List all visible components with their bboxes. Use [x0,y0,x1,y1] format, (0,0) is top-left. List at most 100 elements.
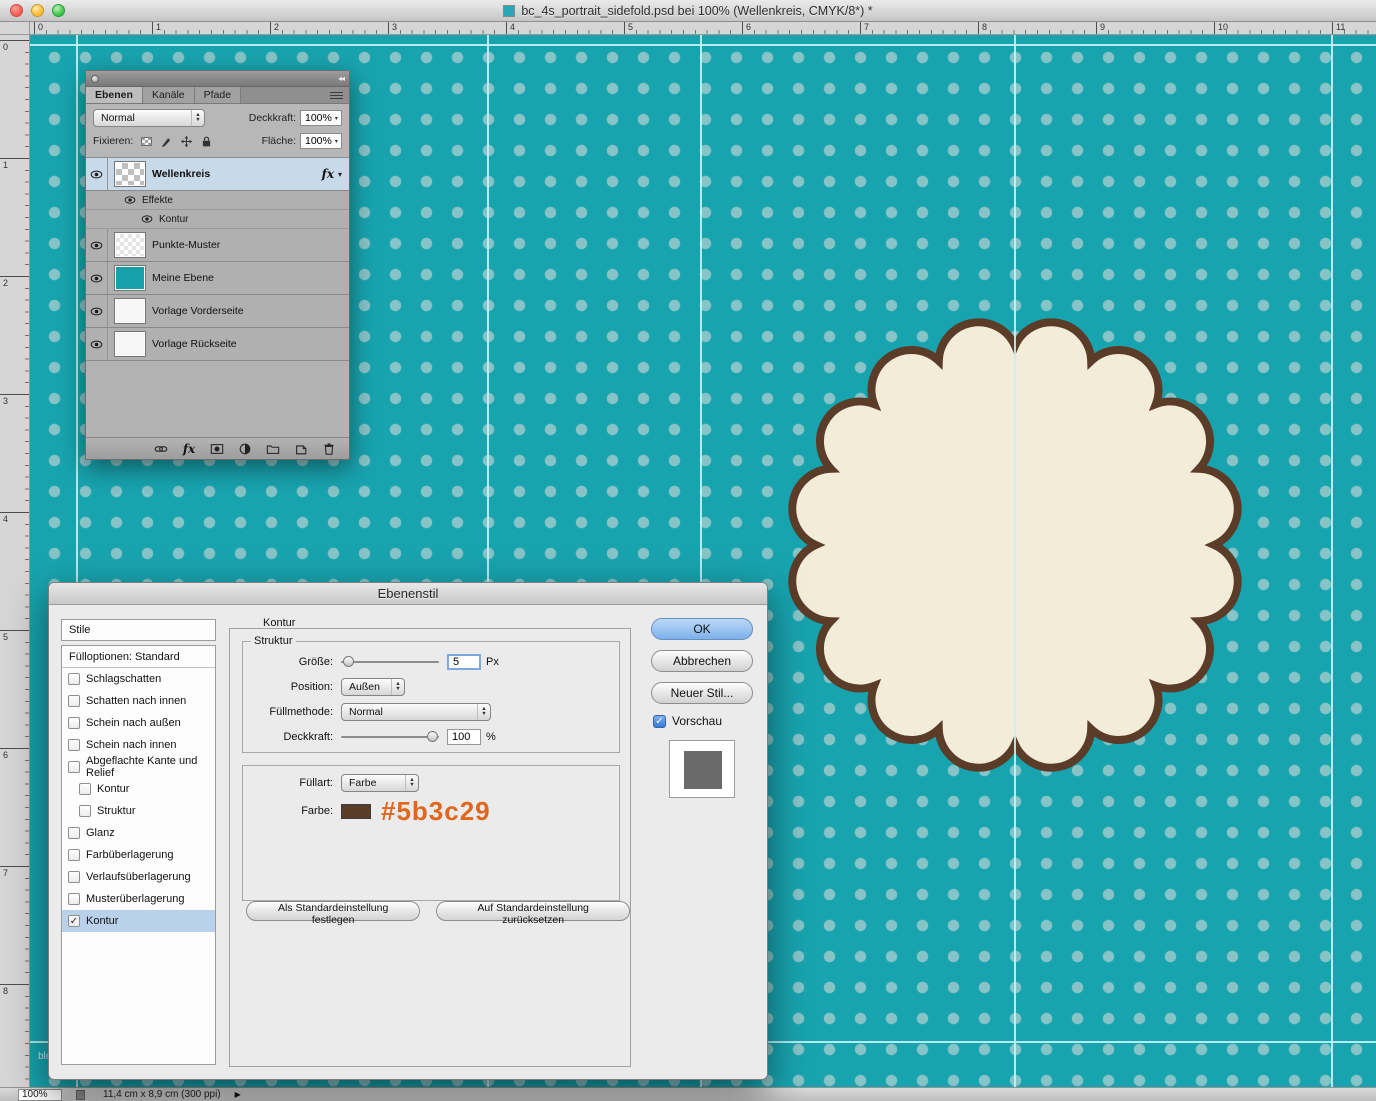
tab-ebenen[interactable]: Ebenen [86,87,143,103]
style-list-item[interactable]: Musterüberlagerung [62,888,215,910]
panel-close-icon[interactable] [91,75,99,83]
lock-pixels-button[interactable] [158,133,174,149]
lock-all-button[interactable] [198,133,214,149]
new-style-button[interactable]: Neuer Stil... [651,682,753,704]
slider-thumb[interactable] [343,656,354,667]
new-group-icon[interactable] [265,441,281,457]
layer-row[interactable]: Vorlage Rückseite [86,328,349,361]
stroke-opacity-input[interactable]: 100 [447,729,481,745]
style-checkbox[interactable] [68,761,80,773]
fill-options-item[interactable]: Fülloptionen: Standard [62,646,215,668]
blend-mode-select[interactable]: Normal ▲▼ [93,109,205,127]
visibility-toggle[interactable] [86,262,108,294]
adjustment-layer-icon[interactable] [237,441,253,457]
effects-collapse-icon[interactable]: ▾ [338,170,342,179]
delete-layer-icon[interactable] [321,441,337,457]
style-list-item[interactable]: Schein nach innen [62,734,215,756]
style-checkbox[interactable] [68,893,80,905]
visibility-toggle[interactable] [124,194,136,206]
tab-pfade[interactable]: Pfade [195,87,241,103]
styles-header[interactable]: Stile [61,619,216,641]
style-checkbox[interactable] [68,871,80,883]
dialog-titlebar[interactable]: Ebenenstil [49,583,767,605]
style-checkbox[interactable] [68,717,80,729]
style-checkbox[interactable] [79,783,91,795]
guide-vertical[interactable] [1014,35,1016,1087]
fx-badge[interactable]: fx [322,167,334,181]
visibility-toggle[interactable] [86,328,108,360]
color-swatch[interactable] [341,804,371,819]
document-proxy-icon[interactable] [503,5,515,17]
visibility-toggle[interactable] [86,229,108,261]
style-list-item[interactable]: Abgeflachte Kante und Relief [62,756,215,778]
effect-row[interactable]: Kontur [86,210,349,229]
position-select[interactable]: Außen ▲▼ [341,678,405,696]
guide-horizontal[interactable] [30,44,1376,46]
panel-header[interactable]: ◂◂ [86,71,349,87]
layer-style-icon[interactable]: fx [181,441,197,457]
style-checkbox[interactable] [79,805,91,817]
layer-thumbnail[interactable] [115,266,145,290]
minimize-button[interactable] [31,4,44,17]
panel-menu-icon[interactable] [330,92,343,99]
ruler-top[interactable]: 01234567891011 [30,22,1376,35]
window-titlebar[interactable]: bc_4s_portrait_sidefold.psd bei 100% (We… [0,0,1376,22]
zoom-button[interactable] [52,4,65,17]
style-checkbox[interactable] [68,695,80,707]
layer-row[interactable]: Vorlage Vorderseite [86,295,349,328]
style-list-item[interactable]: Kontur [62,778,215,800]
reset-default-button[interactable]: Auf Standardeinstellung zurücksetzen [436,901,630,921]
panel-collapse-icon[interactable]: ◂◂ [338,74,344,83]
style-list-item[interactable]: Schatten nach innen [62,690,215,712]
opacity-field[interactable]: 100% ▾ [300,110,342,126]
zoom-field[interactable]: 100% [18,1089,62,1101]
style-list-item[interactable]: Farbüberlagerung [62,844,215,866]
style-list-item[interactable]: ✓ Kontur [62,910,215,932]
status-menu-arrow[interactable]: ▶ [235,1090,241,1099]
style-list-item[interactable]: Struktur [62,800,215,822]
layer-thumbnail[interactable] [115,332,145,356]
size-input[interactable]: 5 [447,654,481,670]
guide-vertical[interactable] [1331,35,1333,1087]
ruler-corner[interactable] [0,22,30,35]
layer-thumbnail[interactable] [115,162,145,186]
layer-mask-icon[interactable] [209,441,225,457]
lock-position-button[interactable] [178,133,194,149]
style-checkbox[interactable]: ✓ [68,915,80,927]
layer-row[interactable]: Punkte-Muster [86,229,349,262]
ok-button[interactable]: OK [651,618,753,640]
link-layers-icon[interactable] [153,441,169,457]
style-checkbox[interactable] [68,827,80,839]
size-slider[interactable] [341,655,439,668]
cancel-button[interactable]: Abbrechen [651,650,753,672]
layer-thumbnail[interactable] [115,299,145,323]
layer-thumbnail[interactable] [115,233,145,257]
style-list-item[interactable]: Verlaufsüberlagerung [62,866,215,888]
blend-method-select[interactable]: Normal ▲▼ [341,703,491,721]
style-list-item[interactable]: Glanz [62,822,215,844]
visibility-toggle[interactable] [141,213,153,225]
visibility-toggle[interactable] [86,158,108,190]
preview-checkbox[interactable]: ✓ [653,715,666,728]
slider-thumb[interactable] [427,731,438,742]
close-button[interactable] [10,4,23,17]
fill-type-select[interactable]: Farbe ▲▼ [341,774,419,792]
style-checkbox[interactable] [68,739,80,751]
ruler-left[interactable]: 012345678 [0,35,30,1087]
style-checkbox[interactable] [68,673,80,685]
tab-kanaele[interactable]: Kanäle [143,87,195,103]
lock-transparency-button[interactable] [138,133,154,149]
style-list-item[interactable]: Schlagschatten [62,668,215,690]
document-info[interactable]: 11,4 cm x 8,9 cm (300 ppi) [103,1089,221,1100]
layer-row[interactable]: Wellenkreis fx ▾ [86,158,349,191]
style-checkbox[interactable] [68,849,80,861]
ruler-tick [624,22,625,34]
visibility-toggle[interactable] [86,295,108,327]
set-default-button[interactable]: Als Standardeinstellung festlegen [246,901,420,921]
new-layer-icon[interactable] [293,441,309,457]
style-list-item[interactable]: Schein nach außen [62,712,215,734]
effect-row[interactable]: Effekte [86,191,349,210]
stroke-opacity-slider[interactable] [341,730,439,743]
layer-row[interactable]: Meine Ebene [86,262,349,295]
fill-field[interactable]: 100% ▾ [300,133,342,149]
